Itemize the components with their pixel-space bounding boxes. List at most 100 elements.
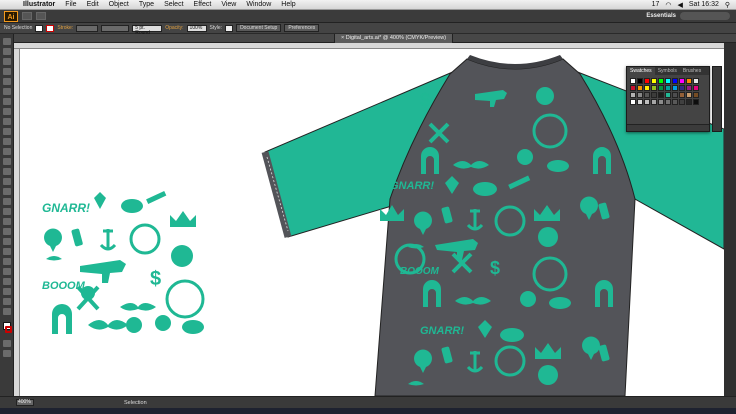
color-swatch[interactable] bbox=[651, 92, 657, 98]
drawing-modes-icon[interactable] bbox=[3, 340, 11, 347]
blend-tool-icon[interactable] bbox=[3, 248, 11, 255]
pen-tool-icon[interactable] bbox=[3, 78, 11, 85]
fill-swatch[interactable] bbox=[35, 24, 44, 32]
scale-tool-icon[interactable] bbox=[3, 168, 11, 175]
color-swatch[interactable] bbox=[693, 85, 699, 91]
color-swatch[interactable] bbox=[679, 78, 685, 84]
paintbrush-tool-icon[interactable] bbox=[3, 118, 11, 125]
menu-edit[interactable]: Edit bbox=[82, 1, 104, 8]
color-swatch[interactable] bbox=[630, 85, 636, 91]
color-swatch[interactable] bbox=[665, 85, 671, 91]
direct-selection-tool-icon[interactable] bbox=[3, 48, 11, 55]
menu-help[interactable]: Help bbox=[276, 1, 300, 8]
color-swatch[interactable] bbox=[630, 78, 636, 84]
spotlight-search-icon[interactable]: ⚲ bbox=[725, 1, 730, 9]
clock[interactable]: Sat 16:32 bbox=[689, 1, 719, 8]
tab-symbols[interactable]: Symbols bbox=[655, 67, 680, 75]
slice-tool-icon[interactable] bbox=[3, 288, 11, 295]
vertical-scrollbar[interactable] bbox=[724, 43, 736, 396]
color-swatch[interactable] bbox=[637, 85, 643, 91]
help-search-input[interactable] bbox=[680, 12, 730, 20]
color-swatch[interactable] bbox=[672, 78, 678, 84]
pencil-tool-icon[interactable] bbox=[3, 128, 11, 135]
screen-mode-icon[interactable] bbox=[3, 350, 11, 357]
document-setup-button[interactable]: Document Setup bbox=[236, 24, 282, 32]
gradient-tool-icon[interactable] bbox=[3, 228, 11, 235]
color-swatch[interactable] bbox=[693, 78, 699, 84]
rectangle-tool-icon[interactable] bbox=[3, 108, 11, 115]
document-tab[interactable]: × Digital_arts.ai* @ 400% (CMYK/Preview) bbox=[334, 34, 454, 43]
color-swatch[interactable] bbox=[644, 78, 650, 84]
bridge-button[interactable] bbox=[22, 12, 32, 20]
eyedropper-tool-icon[interactable] bbox=[3, 238, 11, 245]
color-swatch[interactable] bbox=[665, 78, 671, 84]
selection-tool-icon[interactable] bbox=[3, 38, 11, 45]
color-swatch[interactable] bbox=[658, 99, 664, 105]
color-swatch[interactable] bbox=[630, 92, 636, 98]
rotate-tool-icon[interactable] bbox=[3, 158, 11, 165]
color-swatch[interactable] bbox=[651, 85, 657, 91]
color-swatch[interactable] bbox=[672, 92, 678, 98]
type-tool-icon[interactable] bbox=[3, 88, 11, 95]
brush-definition-field[interactable]: 5 pt. Round bbox=[132, 24, 163, 35]
menu-view[interactable]: View bbox=[216, 1, 241, 8]
shape-builder-tool-icon[interactable] bbox=[3, 198, 11, 205]
color-swatch[interactable] bbox=[644, 85, 650, 91]
preferences-button[interactable]: Preferences bbox=[284, 24, 320, 32]
opacity-label[interactable]: Opacity: bbox=[165, 25, 183, 31]
perspective-grid-tool-icon[interactable] bbox=[3, 208, 11, 215]
color-swatch[interactable] bbox=[637, 92, 643, 98]
line-tool-icon[interactable] bbox=[3, 98, 11, 105]
arrange-documents-button[interactable] bbox=[36, 12, 46, 20]
color-swatch[interactable] bbox=[651, 99, 657, 105]
volume-icon[interactable]: ◀ bbox=[678, 1, 683, 9]
color-swatch[interactable] bbox=[693, 92, 699, 98]
color-swatch[interactable] bbox=[672, 99, 678, 105]
hand-tool-icon[interactable] bbox=[3, 298, 11, 305]
stroke-color-icon[interactable] bbox=[5, 326, 12, 333]
workspace-label[interactable]: Essentials bbox=[646, 13, 676, 19]
artboard-canvas[interactable]: GNARR! $ BOOOM $ GNARR! $ BOOOM GNARR! bbox=[20, 49, 724, 396]
color-swatch[interactable] bbox=[658, 78, 664, 84]
menu-object[interactable]: Object bbox=[104, 1, 134, 8]
graphic-style-swatch[interactable] bbox=[225, 24, 234, 32]
collapsed-panel-dock[interactable] bbox=[712, 66, 722, 132]
menu-effect[interactable]: Effect bbox=[189, 1, 217, 8]
color-swatch[interactable] bbox=[686, 92, 692, 98]
menu-type[interactable]: Type bbox=[134, 1, 159, 8]
workspace-switcher[interactable]: Essentials bbox=[646, 12, 730, 20]
zoom-level-field[interactable]: 400% bbox=[16, 399, 34, 406]
symbol-sprayer-tool-icon[interactable] bbox=[3, 258, 11, 265]
color-swatch[interactable] bbox=[658, 85, 664, 91]
color-swatch[interactable] bbox=[679, 99, 685, 105]
color-swatch[interactable] bbox=[679, 85, 685, 91]
menu-file[interactable]: File bbox=[60, 1, 81, 8]
stroke-label[interactable]: Stroke: bbox=[57, 25, 73, 31]
color-swatch[interactable] bbox=[630, 99, 636, 105]
menu-select[interactable]: Select bbox=[159, 1, 188, 8]
stroke-weight-field[interactable] bbox=[76, 24, 99, 32]
opacity-field[interactable]: 100% bbox=[186, 24, 207, 32]
lasso-tool-icon[interactable] bbox=[3, 68, 11, 75]
menu-window[interactable]: Window bbox=[241, 1, 276, 8]
tab-swatches[interactable]: Swatches bbox=[627, 67, 655, 75]
blob-brush-tool-icon[interactable] bbox=[3, 138, 11, 145]
artboard-tool-icon[interactable] bbox=[3, 278, 11, 285]
graph-tool-icon[interactable] bbox=[3, 268, 11, 275]
variable-width-field[interactable] bbox=[101, 24, 130, 32]
color-swatch[interactable] bbox=[686, 85, 692, 91]
stroke-swatch[interactable] bbox=[46, 24, 55, 32]
color-swatch[interactable] bbox=[686, 99, 692, 105]
eraser-tool-icon[interactable] bbox=[3, 148, 11, 155]
color-swatch[interactable] bbox=[651, 78, 657, 84]
free-transform-tool-icon[interactable] bbox=[3, 188, 11, 195]
color-swatch[interactable] bbox=[665, 92, 671, 98]
color-swatch[interactable] bbox=[637, 78, 643, 84]
color-swatch[interactable] bbox=[693, 99, 699, 105]
color-swatch[interactable] bbox=[637, 99, 643, 105]
color-swatch[interactable] bbox=[686, 78, 692, 84]
menu-app-name[interactable]: Illustrator bbox=[18, 1, 60, 8]
wifi-icon[interactable]: ◠ bbox=[665, 1, 671, 9]
color-swatch[interactable] bbox=[679, 92, 685, 98]
current-tool-status[interactable]: Selection bbox=[124, 400, 147, 406]
